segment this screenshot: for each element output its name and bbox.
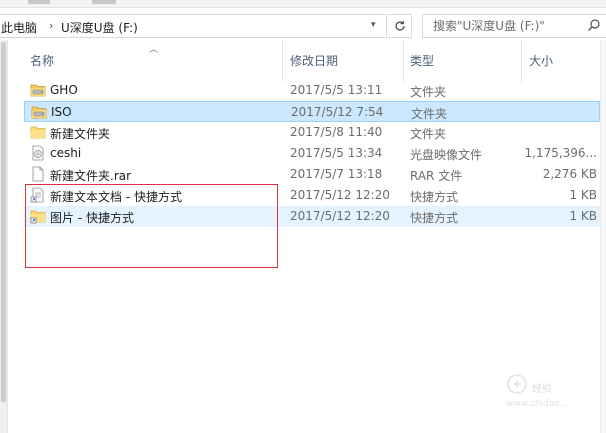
file-name: ceshi: [50, 146, 82, 160]
file-icon: [30, 166, 46, 182]
file-name: 图片 - 快捷方式: [50, 211, 134, 225]
file-size: 1 KB: [569, 188, 597, 202]
disc-image-icon: [30, 145, 46, 161]
file-row[interactable]: 新建文件夹.rar 2017/5/7 13:18 RAR 文件 2,276 KB: [24, 164, 600, 185]
file-modified: 2017/5/8 11:40: [290, 125, 383, 139]
file-size: 2,276 KB: [542, 167, 597, 181]
column-header-name[interactable]: 名称: [30, 52, 54, 69]
file-row[interactable]: 图片 - 快捷方式 2017/5/12 12:20 快捷方式 1 KB: [24, 206, 600, 227]
file-name: GHO: [50, 83, 78, 97]
file-name: ISO: [51, 105, 72, 119]
file-name: 新建文本文档 - 快捷方式: [50, 190, 182, 204]
file-row[interactable]: 新建文件夹 2017/5/8 11:40 文件夹: [24, 122, 600, 143]
breadcrumb-separator-icon[interactable]: ›: [49, 19, 53, 32]
column-header-row: ︿ 名称 修改日期 类型 大小: [24, 40, 606, 82]
file-type: 文件夹: [410, 127, 447, 141]
file-modified: 2017/5/12 12:20: [290, 209, 390, 223]
watermark-url: www.zhidao...: [506, 399, 569, 409]
file-type: 快捷方式: [410, 190, 459, 204]
ribbon-tab-stub: [92, 0, 116, 4]
scrollbar-thumb[interactable]: [1, 42, 6, 402]
file-type: 文件夹: [410, 85, 447, 99]
file-name: 新建文件夹: [50, 127, 111, 141]
text-shortcut-icon: [30, 187, 46, 203]
file-modified: 2017/5/12 7:54: [291, 105, 384, 119]
column-divider[interactable]: [282, 40, 283, 82]
file-row[interactable]: GHO 2017/5/5 13:11 文件夹: [24, 80, 600, 101]
file-size: 1,175,396...: [524, 146, 597, 160]
file-modified: 2017/5/12 12:20: [290, 188, 390, 202]
column-header-size[interactable]: 大小: [529, 52, 553, 69]
file-row[interactable]: ceshi 2017/5/5 13:34 光盘映像文件 1,175,396...: [24, 143, 600, 164]
file-row[interactable]: 新建文本文档 - 快捷方式 2017/5/12 12:20 快捷方式 1 KB: [24, 185, 600, 206]
column-header-type[interactable]: 类型: [410, 52, 434, 69]
right-scrollbar-track[interactable]: [600, 40, 606, 433]
breadcrumb-this-pc[interactable]: 此电脑: [1, 19, 37, 36]
ribbon-remnant: [0, 0, 606, 8]
folder-icon: [30, 124, 46, 140]
file-modified: 2017/5/5 13:11: [290, 83, 383, 97]
watermark: 经验 www.zhidao...: [506, 373, 590, 413]
file-row[interactable]: ISO 2017/5/12 7:54 文件夹: [24, 101, 600, 122]
watermark-text: 经验: [532, 384, 552, 395]
sort-ascending-icon: ︿: [149, 45, 159, 55]
folder-shortcut-icon: [30, 208, 46, 224]
navigation-pane-scrollbar[interactable]: [0, 40, 8, 433]
file-type: 文件夹: [411, 107, 448, 121]
column-divider[interactable]: [403, 40, 404, 82]
ribbon-tab-stub: [28, 0, 50, 4]
file-type: 光盘映像文件: [410, 148, 483, 162]
file-size: 1 KB: [569, 209, 597, 223]
address-bar[interactable]: 此电脑 › U深度U盘 (F:) ▾: [0, 14, 387, 38]
drive-folder-icon: [31, 104, 47, 120]
file-type: RAR 文件: [410, 169, 463, 183]
file-name: 新建文件夹.rar: [50, 169, 132, 183]
search-box[interactable]: [422, 14, 606, 38]
watermark-logo-icon: [507, 374, 527, 394]
search-icon[interactable]: [587, 18, 601, 32]
file-modified: 2017/5/5 13:34: [290, 146, 383, 160]
address-row: 此电脑 › U深度U盘 (F:) ▾: [0, 11, 606, 39]
file-type: 快捷方式: [410, 211, 459, 225]
column-header-modified[interactable]: 修改日期: [290, 52, 338, 69]
column-divider[interactable]: [521, 40, 522, 82]
search-input[interactable]: [433, 19, 583, 33]
file-modified: 2017/5/7 13:18: [290, 167, 383, 181]
chevron-down-icon[interactable]: ▾: [371, 20, 376, 30]
refresh-icon: [394, 21, 405, 31]
drive-folder-icon: [30, 82, 46, 98]
refresh-button[interactable]: [388, 14, 412, 38]
breadcrumb-drive[interactable]: U深度U盘 (F:): [61, 19, 138, 36]
